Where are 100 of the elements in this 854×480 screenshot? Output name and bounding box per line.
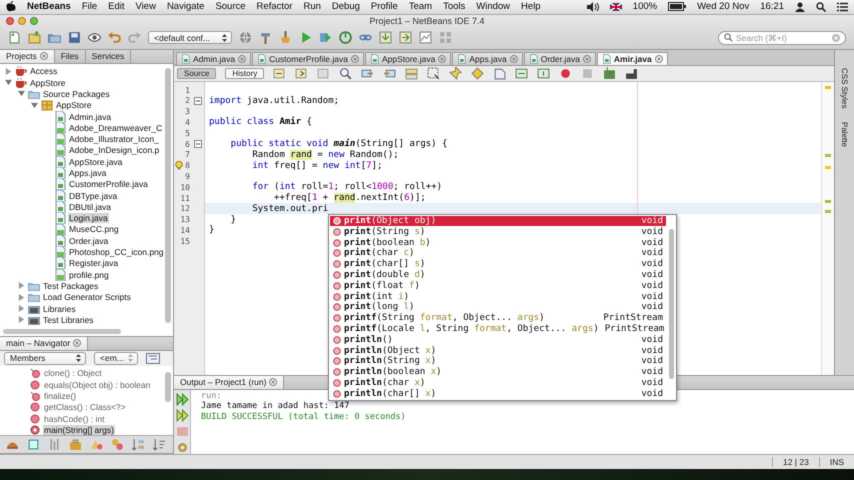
- menu-item[interactable]: Navigate: [166, 1, 204, 12]
- tree-item[interactable]: Order.java: [68, 236, 110, 246]
- completion-item[interactable]: print(String s) void: [330, 226, 666, 238]
- stop-icon[interactable]: [176, 424, 188, 438]
- menu-item[interactable]: Profile: [370, 1, 398, 12]
- navigator-item[interactable]: equals(Object obj) : boolean: [43, 380, 152, 390]
- panel-tab[interactable]: Projects: [0, 50, 55, 63]
- error-stripe-mark[interactable]: [825, 154, 831, 157]
- search-input[interactable]: Search (⌘+I): [736, 32, 826, 43]
- completion-item[interactable]: print(double d) void: [330, 270, 666, 280]
- completion-item[interactable]: println(boolean x) void: [330, 366, 666, 378]
- briefcase-icon[interactable]: [69, 438, 82, 451]
- navigator-item[interactable]: main(String[] args): [43, 424, 115, 435]
- menu-item[interactable]: Window: [476, 1, 510, 12]
- inherit-icon[interactable]: [111, 438, 124, 451]
- grid-icon[interactable]: [439, 31, 452, 44]
- panel-tab[interactable]: Files: [54, 50, 86, 63]
- scrollbar[interactable]: [165, 68, 171, 323]
- completion-item[interactable]: println(String x) void: [330, 356, 666, 367]
- filter-dropdown[interactable]: <em...: [94, 352, 138, 365]
- tree-item[interactable]: Apps.java: [68, 168, 108, 178]
- menu-item[interactable]: Tools: [443, 1, 466, 12]
- panel-tab[interactable]: Services: [86, 50, 132, 63]
- chart-icon[interactable]: [419, 31, 432, 44]
- tree-item[interactable]: profile.png: [68, 270, 110, 280]
- completion-item[interactable]: printf(Locale l, String format, Object... args) PrintStream: [330, 324, 666, 334]
- search-field[interactable]: Search (⌘+I): [718, 30, 846, 45]
- panel-tab[interactable]: main – Navigator: [0, 336, 88, 350]
- editor-tab[interactable]: CustomerProfile.java: [252, 52, 364, 65]
- shift-right-icon[interactable]: [537, 66, 550, 80]
- tree-item[interactable]: Login.java: [68, 213, 109, 224]
- save-icon[interactable]: [68, 31, 81, 44]
- navigator-item[interactable]: finalize(): [43, 390, 78, 401]
- uncomment-icon[interactable]: [625, 66, 638, 80]
- tree-item[interactable]: Photoshop_CC_icon.png: [68, 247, 165, 258]
- tree-item[interactable]: Access: [29, 66, 58, 76]
- profile-icon[interactable]: [339, 31, 352, 44]
- sort-alpha-icon[interactable]: [132, 438, 145, 451]
- tree-item[interactable]: Register.java: [68, 258, 120, 268]
- menu-item[interactable]: Refactor: [256, 1, 292, 12]
- panel-tab[interactable]: Output – Project1 (run): [174, 376, 284, 389]
- editor-tab[interactable]: AppStore.java: [364, 52, 452, 65]
- forward-icon[interactable]: [295, 66, 308, 80]
- tree-item[interactable]: DBType.java: [68, 190, 118, 201]
- menu-item[interactable]: Run: [303, 1, 321, 12]
- editor-tab[interactable]: Order.java: [524, 52, 596, 65]
- zoom-button[interactable]: [30, 17, 38, 26]
- navigator-item[interactable]: getClass() : Class<?>: [43, 402, 127, 412]
- shapes-icon[interactable]: [90, 438, 103, 451]
- menu-item[interactable]: File: [82, 1, 98, 12]
- scrollbar[interactable]: [3, 328, 121, 334]
- completion-item[interactable]: print(int i) void: [330, 291, 666, 302]
- comment-icon[interactable]: [603, 66, 616, 80]
- completion-item[interactable]: println() void: [330, 334, 666, 346]
- tree-item[interactable]: AppStore: [29, 78, 66, 88]
- tree-item[interactable]: Adobe_Dreamweaver_C: [68, 122, 164, 133]
- menu-item[interactable]: View: [136, 1, 156, 12]
- menu-item[interactable]: Edit: [108, 1, 125, 12]
- completion-item[interactable]: print(float f) void: [330, 280, 666, 292]
- editor-tab[interactable]: Admin.java: [176, 52, 252, 65]
- hammer-icon[interactable]: [259, 31, 272, 44]
- tree-item[interactable]: Adobe_Illustrator_Icon_: [68, 134, 160, 144]
- navigator-item[interactable]: hashCode() : int: [43, 414, 106, 424]
- view-toggle[interactable]: Source: [177, 68, 216, 79]
- completion-item[interactable]: println(char x) void: [330, 378, 666, 388]
- rerun-icon[interactable]: [176, 392, 188, 406]
- navigator-item[interactable]: clone() : Object: [43, 368, 103, 378]
- error-stripe-mark[interactable]: [825, 210, 831, 213]
- new-project-icon[interactable]: [28, 31, 41, 44]
- tree-item[interactable]: Libraries: [42, 304, 77, 314]
- bars-icon[interactable]: [48, 438, 61, 451]
- completion-item[interactable]: println(Object x) void: [330, 345, 666, 356]
- tree-item[interactable]: MuseCC.png: [68, 224, 120, 234]
- members-dropdown[interactable]: Members: [4, 352, 86, 365]
- scrollbar[interactable]: [669, 228, 674, 379]
- side-panel-tab[interactable]: CSS Styles: [840, 68, 849, 108]
- tree-item[interactable]: DBUtil.java: [68, 202, 112, 212]
- completion-item[interactable]: print(boolean b) void: [330, 237, 666, 248]
- redo-icon[interactable]: [128, 31, 141, 44]
- new-file-icon[interactable]: [8, 31, 21, 44]
- eye-icon[interactable]: [88, 31, 101, 44]
- editor-tab[interactable]: Apps.java: [452, 52, 523, 65]
- editor-tab[interactable]: Amir.java: [596, 52, 668, 65]
- tree-item[interactable]: AppStore: [55, 100, 92, 110]
- error-stripe-mark[interactable]: [825, 86, 831, 89]
- find-next-icon[interactable]: [383, 66, 396, 80]
- side-panel-tab[interactable]: Palette: [840, 122, 849, 148]
- tree-item[interactable]: Test Libraries: [42, 314, 95, 325]
- menu-item[interactable]: Help: [521, 1, 541, 12]
- record-icon[interactable]: [559, 66, 572, 80]
- undo-icon[interactable]: [108, 31, 121, 44]
- settings-icon[interactable]: [176, 440, 188, 454]
- menu-item[interactable]: Team: [408, 1, 432, 12]
- tree-item[interactable]: Load Generator Scripts: [42, 292, 132, 302]
- app-menu[interactable]: NetBeans: [27, 1, 71, 12]
- debug-icon[interactable]: [319, 31, 332, 44]
- tree-item[interactable]: Adobe_InDesign_icon.p: [68, 145, 160, 156]
- export-icon[interactable]: [399, 31, 412, 44]
- sort-order-icon[interactable]: [153, 438, 166, 451]
- selection-icon[interactable]: [427, 66, 440, 80]
